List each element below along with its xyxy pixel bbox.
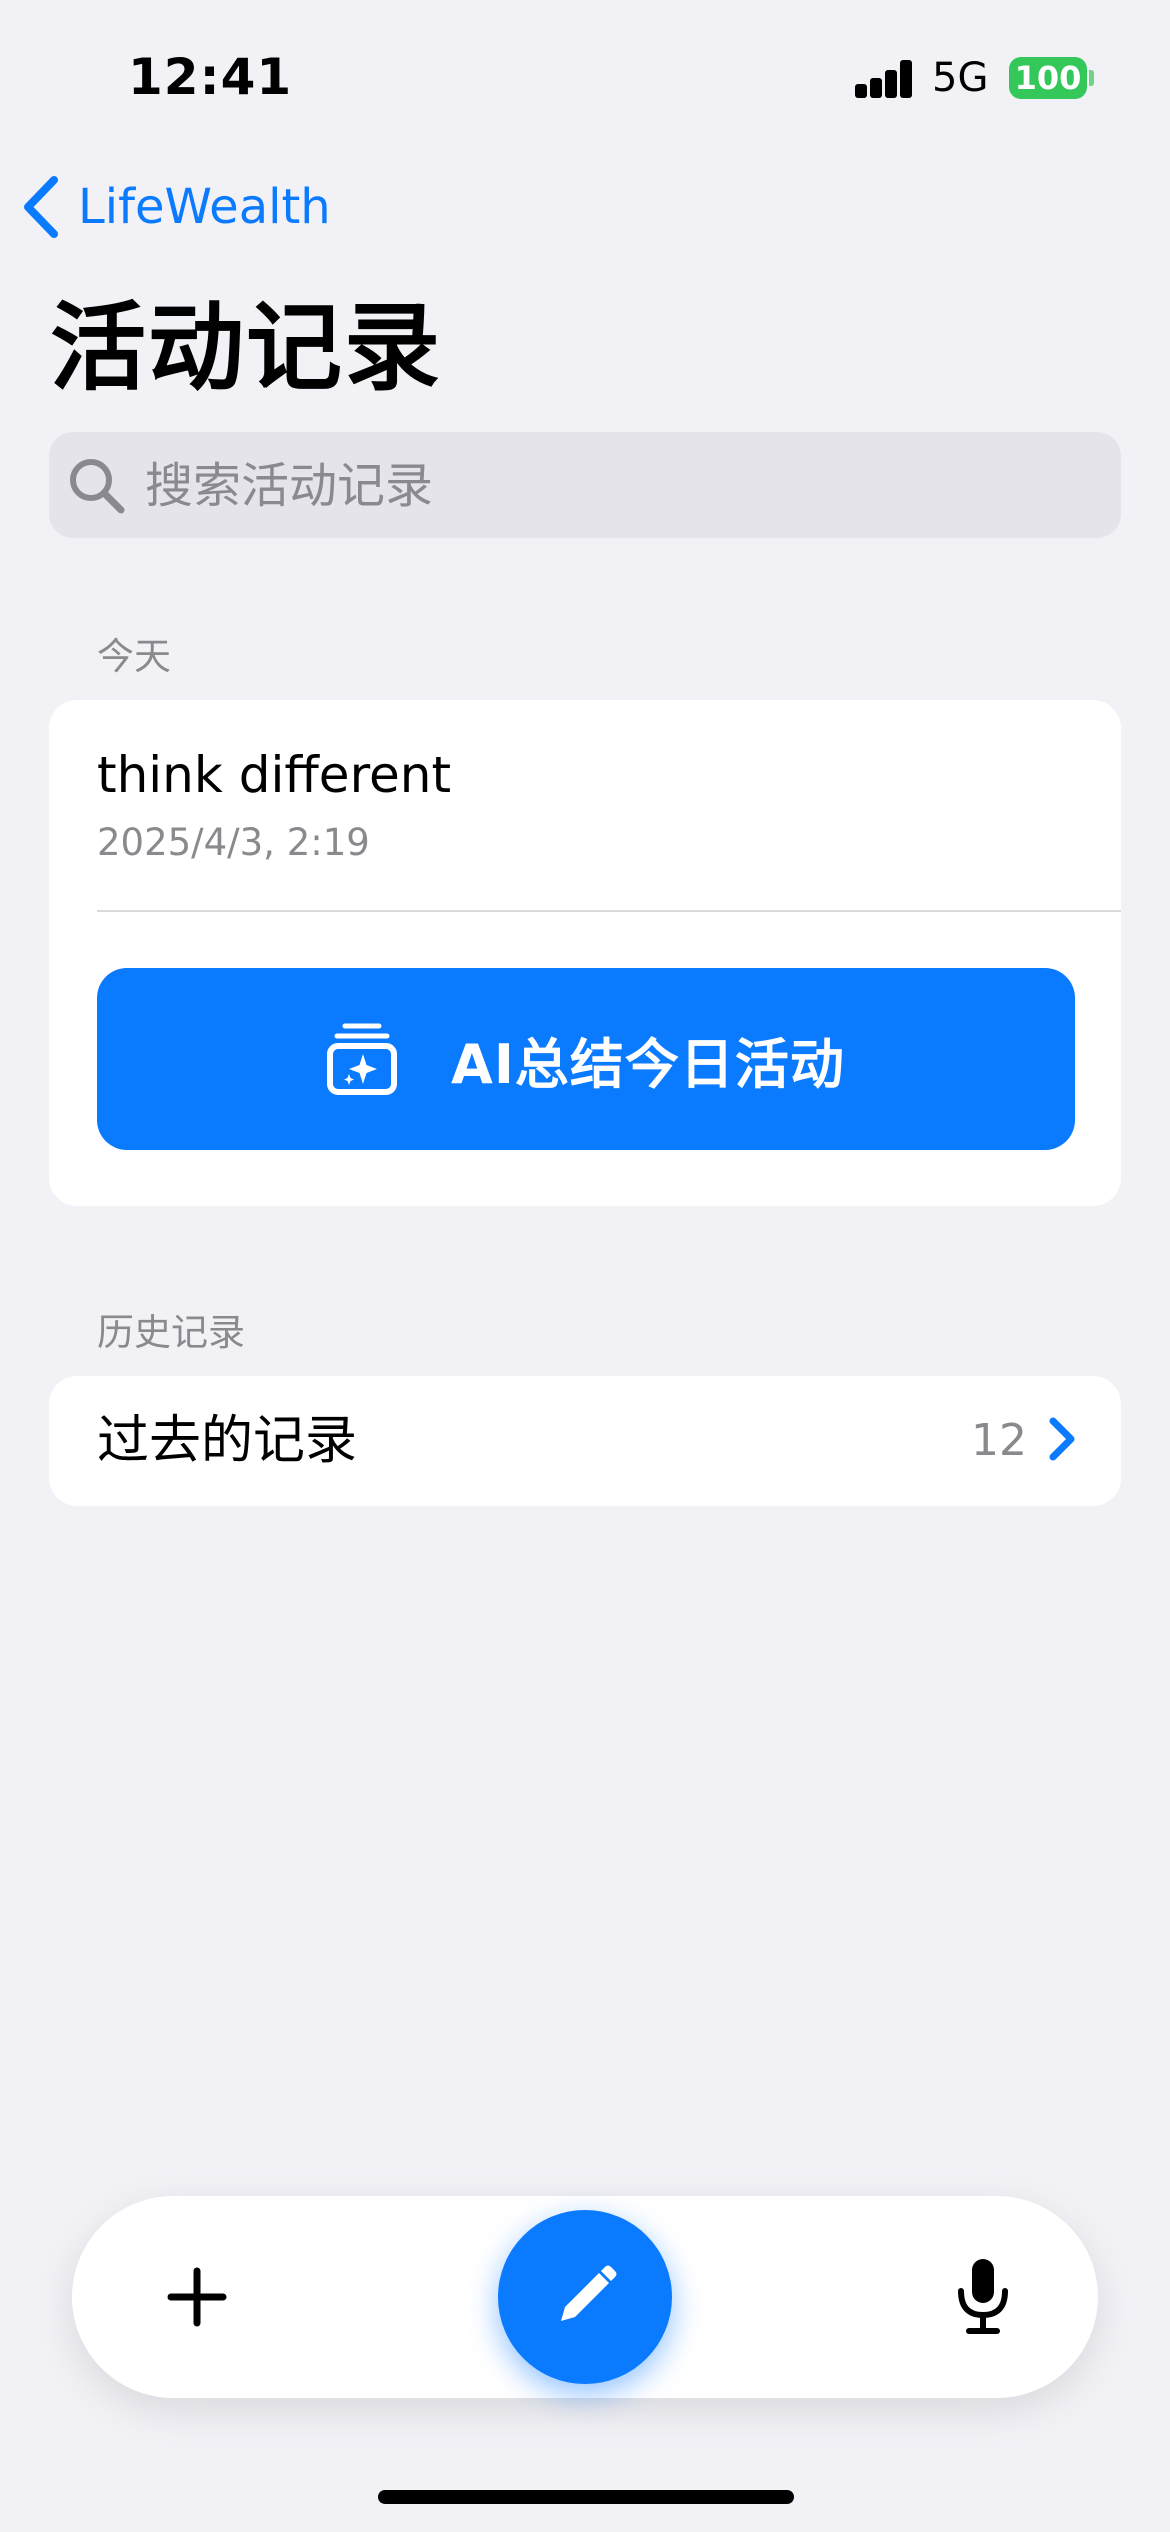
chevron-left-icon [24, 176, 58, 238]
back-button[interactable]: LifeWealth [22, 172, 331, 242]
section-label-today: 今天 [97, 635, 171, 678]
section-label-history: 历史记录 [97, 1311, 245, 1354]
signal-icon [855, 58, 915, 98]
sparkle-stack-icon [327, 1023, 398, 1095]
search-bar[interactable] [49, 432, 1121, 540]
today-card: think different 2025/4/3, 2:19 AI总结今日活动 [49, 700, 1121, 1206]
search-icon [70, 459, 125, 514]
search-input[interactable] [143, 432, 1087, 540]
ai-summary-label: AI总结今日活动 [451, 1032, 845, 1096]
entry-date: 2025/4/3, 2:19 [97, 821, 370, 864]
pencil-icon [561, 2265, 617, 2321]
home-indicator [378, 2490, 794, 2504]
history-row[interactable]: 过去的记录 12 [49, 1376, 1121, 1506]
history-row-title: 过去的记录 [97, 1411, 358, 1471]
activity-entry[interactable]: think different 2025/4/3, 2:19 [49, 700, 1121, 910]
history-count: 12 [971, 1415, 1027, 1466]
ai-summary-button[interactable]: AI总结今日活动 [97, 968, 1075, 1150]
status-time: 12:41 [128, 48, 293, 106]
battery-icon: 100 [1009, 57, 1087, 99]
chevron-right-icon [1049, 1417, 1075, 1461]
microphone-icon [958, 2259, 1008, 2334]
battery-tip [1089, 70, 1094, 86]
entry-title: think different [97, 746, 452, 804]
plus-icon [167, 2267, 227, 2327]
divider [97, 910, 1121, 912]
network-type: 5G [932, 55, 989, 101]
microphone-button[interactable] [928, 2242, 1038, 2352]
add-button[interactable] [142, 2242, 252, 2352]
back-label: LifeWealth [78, 179, 331, 235]
page-title: 活动记录 [50, 292, 442, 404]
compose-button[interactable] [498, 2210, 672, 2384]
